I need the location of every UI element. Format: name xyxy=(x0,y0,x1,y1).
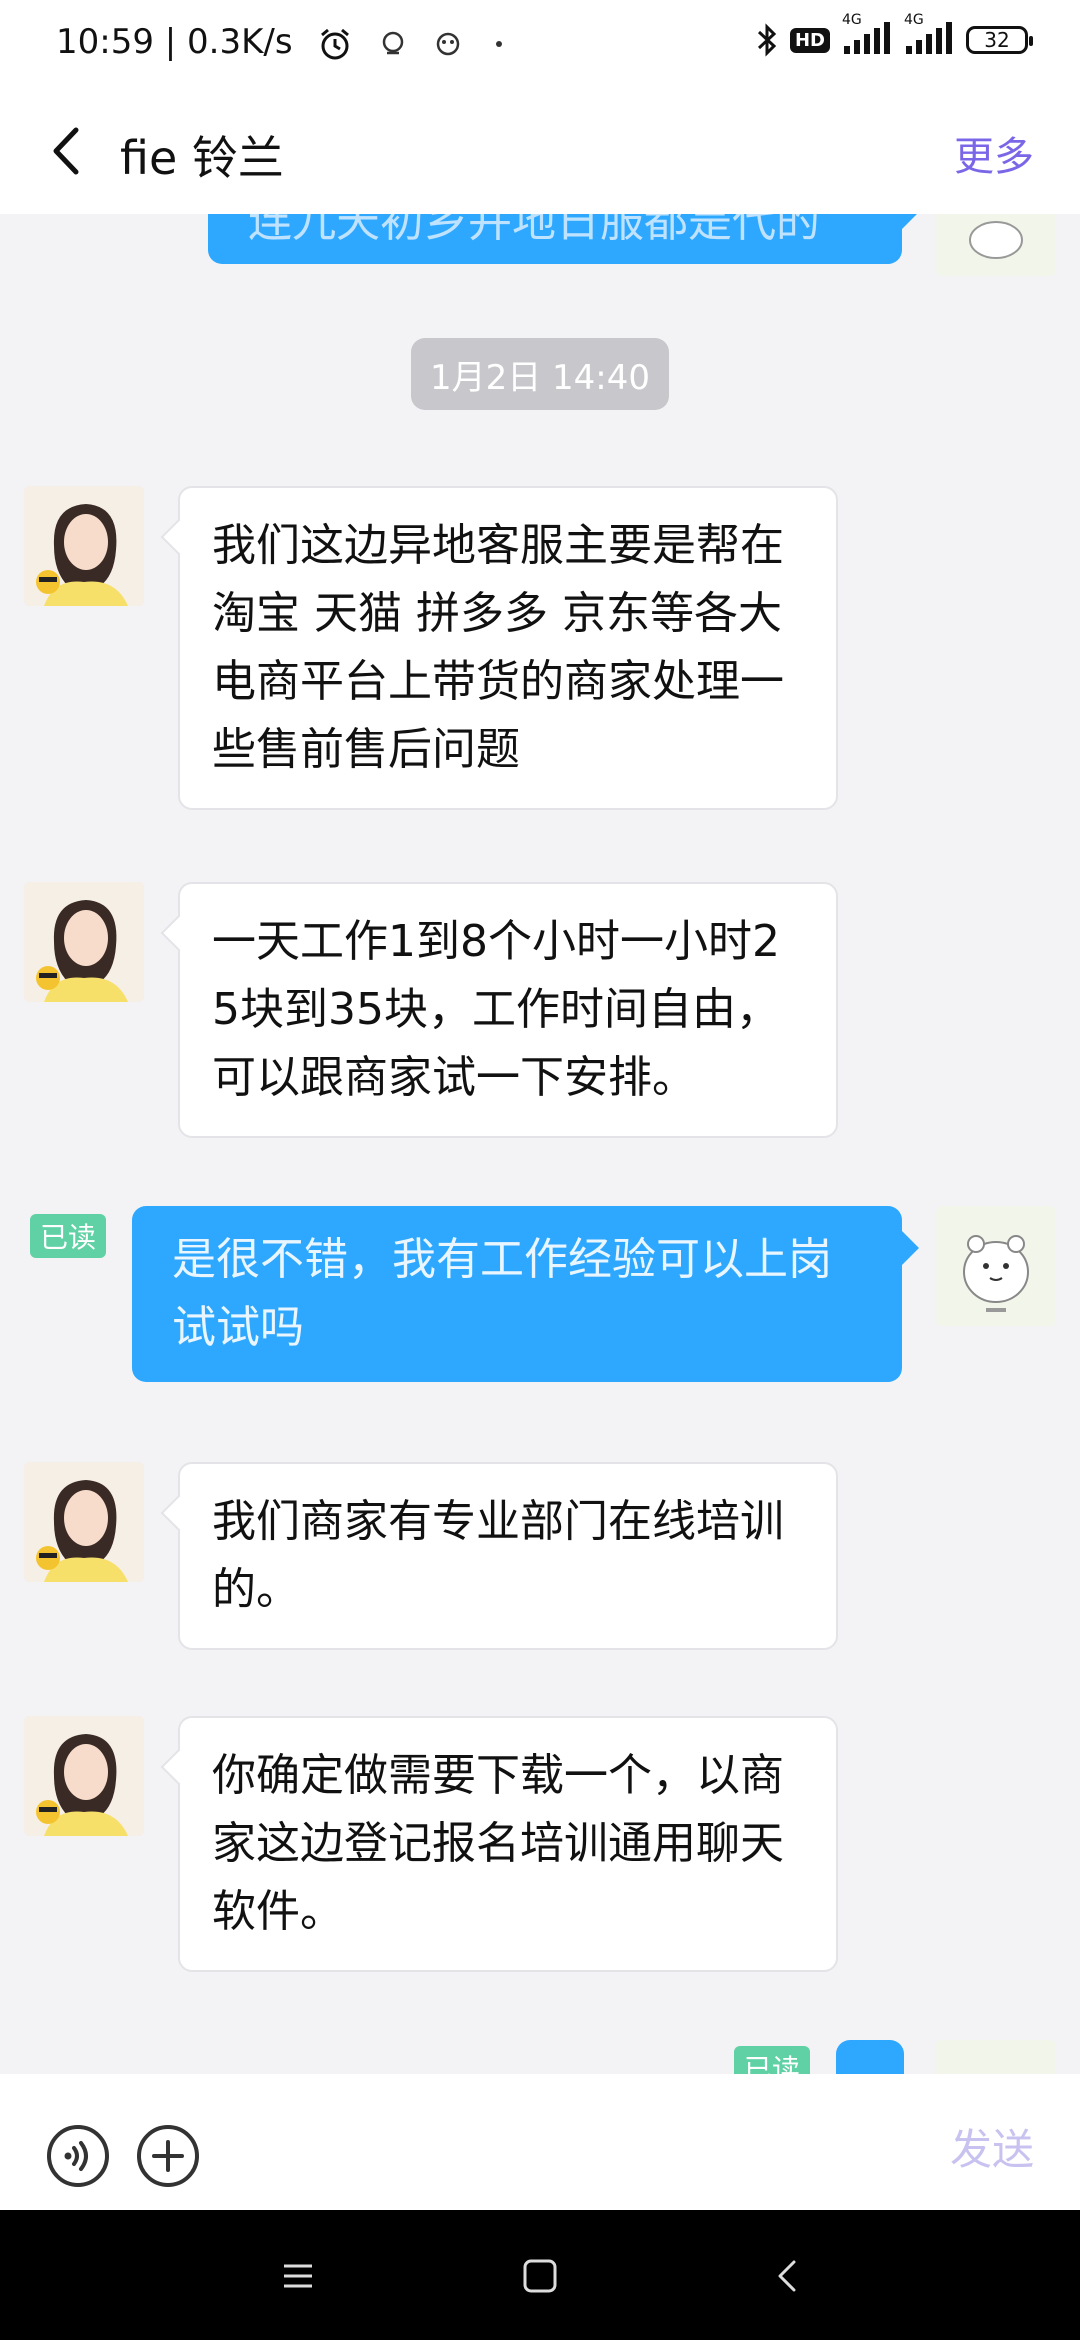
message-text: 我们这边异地客服主要是帮在 淘宝 天猫 拼多多 京东等各大电商平台上带货的商家处… xyxy=(212,520,784,775)
alarm-icon xyxy=(321,28,350,59)
battery-level: 32 xyxy=(984,28,1010,52)
message-bubble-incoming[interactable]: 我们这边异地客服主要是帮在 淘宝 天猫 拼多多 京东等各大电商平台上带货的商家处… xyxy=(178,486,838,810)
back-nav-icon[interactable] xyxy=(766,2254,810,2298)
message-list[interactable]: 连九天初乡并地日服都是代的 1月2日 14:40 我们这边异地客服主要是帮在 淘… xyxy=(0,214,1080,2074)
my-avatar[interactable] xyxy=(936,1206,1056,1326)
menu-icon[interactable] xyxy=(276,2254,320,2298)
home-icon[interactable] xyxy=(518,2254,562,2298)
chat-title: fie 铃兰 xyxy=(120,131,284,185)
input-bar: 发送 xyxy=(0,2074,1080,2210)
system-navigation-bar xyxy=(0,2210,1080,2340)
woman-avatar-icon xyxy=(24,486,144,606)
message-text: 我们商家有专业部门在线培训的。 xyxy=(212,1496,784,1615)
contact-avatar[interactable] xyxy=(24,486,144,606)
hamster-avatar-icon xyxy=(936,1206,1056,1326)
my-avatar[interactable] xyxy=(936,214,1056,276)
message-text: 你确定做需要下载一个，以商家这边登记报名培训通用聊天软件。 xyxy=(212,1750,784,1937)
hamster-avatar-icon xyxy=(969,221,1023,259)
contact-avatar[interactable] xyxy=(24,1716,144,1836)
my-avatar[interactable] xyxy=(936,2040,1056,2074)
message-bubble-incoming[interactable]: 一天工作1到8个小时一小时25块到35块，工作时间自由，可以跟商家试一下安排。 xyxy=(178,882,838,1138)
message-text: 是很不错，我有工作经验可以上岗试试吗 xyxy=(172,1234,832,1353)
battery-icon: 32 xyxy=(966,26,1033,54)
notification-app-icon xyxy=(436,32,460,55)
voice-input-icon[interactable] xyxy=(46,2124,110,2188)
contact-avatar[interactable] xyxy=(24,882,144,1002)
status-time: 10:59 | 0.3K/s xyxy=(56,22,293,62)
message-text: 连九天初乡并地日服都是代的 xyxy=(248,214,820,247)
notification-app-icon xyxy=(382,31,404,54)
chat-header: fie 铃兰 更多 xyxy=(0,88,1080,214)
read-status-badge: 已读 xyxy=(734,2046,811,2074)
message-bubble-incoming[interactable]: 我们商家有专业部门在线培训的。 xyxy=(178,1462,838,1650)
read-status-badge: 已读 xyxy=(30,1214,107,1258)
timestamp-divider: 1月2日 14:40 xyxy=(411,338,669,410)
woman-avatar-icon xyxy=(24,1716,144,1836)
woman-avatar-icon xyxy=(24,1462,144,1582)
message-bubble-outgoing[interactable]: 是很不错，我有工作经验可以上岗试试吗 xyxy=(132,1206,902,1382)
message-bubble-outgoing[interactable]: 连九天初乡并地日服都是代的 xyxy=(208,214,902,264)
contact-avatar[interactable] xyxy=(24,1462,144,1582)
more-notifications-dot xyxy=(495,40,502,47)
woman-avatar-icon xyxy=(24,882,144,1002)
network-type-1: 4G xyxy=(842,12,862,28)
hd-badge: HD xyxy=(789,27,830,53)
message-text: 一天工作1到8个小时一小时25块到35块，工作时间自由，可以跟商家试一下安排。 xyxy=(212,916,780,1103)
back-arrow-icon[interactable] xyxy=(40,116,100,186)
bluetooth-icon xyxy=(757,23,777,57)
more-button[interactable]: 更多 xyxy=(954,124,1034,182)
message-bubble-incoming[interactable]: 你确定做需要下载一个，以商家这边登记报名培训通用聊天软件。 xyxy=(178,1716,838,1972)
message-bubble-outgoing[interactable] xyxy=(836,2040,904,2074)
add-attachment-icon[interactable] xyxy=(136,2124,200,2188)
send-button[interactable]: 发送 xyxy=(950,2116,1034,2177)
status-bar: 10:59 | 0.3K/s HD 4G 4G 32 xyxy=(0,0,1080,88)
network-type-2: 4G xyxy=(904,12,924,28)
